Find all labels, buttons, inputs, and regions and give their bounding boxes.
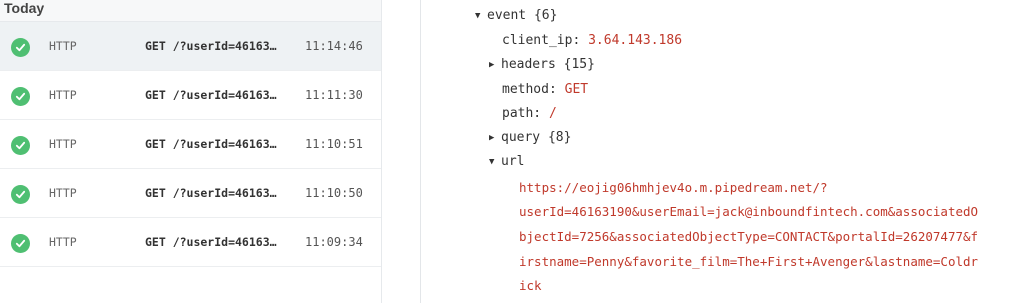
url-value-line: irstname=Penny&favorite_film=The+First+A… <box>519 254 979 269</box>
tree-count: {6} <box>533 8 558 23</box>
event-source: HTTP <box>49 235 77 249</box>
url-value-line: bjectId=7256&associatedObjectType=CONTAC… <box>519 229 979 244</box>
triangle-down-icon[interactable]: ▼ <box>475 6 487 26</box>
tree-node-event[interactable]: ▼ event {6} <box>475 6 557 26</box>
event-row[interactable]: HTTP GET /?userId=46163… 11:10:51 <box>0 120 381 169</box>
section-header-today: Today <box>0 0 381 22</box>
tree-node-headers[interactable]: ▶ headers {15} <box>489 55 595 75</box>
event-time: 11:10:51 <box>305 137 363 151</box>
event-request: GET /?userId=46163… <box>145 39 277 53</box>
tree-value: / <box>548 106 557 121</box>
event-source: HTTP <box>49 39 77 53</box>
tree-key: method: <box>502 82 557 97</box>
event-request: GET /?userId=46163… <box>145 235 277 249</box>
tree-key: event <box>487 8 527 23</box>
tree-count: {8} <box>547 130 572 145</box>
triangle-right-icon[interactable]: ▶ <box>489 128 501 148</box>
tree-node-client-ip: client_ip: 3.64.143.186 <box>502 31 682 51</box>
event-request: GET /?userId=46163… <box>145 88 277 102</box>
check-circle-icon <box>11 234 30 253</box>
tree-value: GET <box>564 82 589 97</box>
event-request: GET /?userId=46163… <box>145 137 277 151</box>
event-time: 11:14:46 <box>305 39 363 53</box>
url-value-line: userId=46163190&userEmail=jack@inboundfi… <box>519 204 979 219</box>
check-circle-icon <box>11 185 30 204</box>
tree-key: path: <box>502 106 542 121</box>
event-row[interactable]: HTTP GET /?userId=46163… 11:11:30 <box>0 71 381 120</box>
event-source: HTTP <box>49 88 77 102</box>
tree-key: headers <box>501 57 556 72</box>
tree-node-path: path: / <box>502 104 557 124</box>
event-list-panel: Today HTTP GET /?userId=46163… 11:14:46 … <box>0 0 382 303</box>
tree-key: client_ip: <box>502 33 581 48</box>
url-value-line: ick <box>519 278 542 293</box>
tree-value: 3.64.143.186 <box>588 33 683 48</box>
check-circle-icon <box>11 136 30 155</box>
tree-node-url[interactable]: ▼ url <box>489 152 524 172</box>
event-source: HTTP <box>49 186 77 200</box>
event-inspector-panel: ▼ event {6} client_ip: 3.64.143.186 ▶ head… <box>420 0 1010 303</box>
event-time: 11:09:34 <box>305 235 363 249</box>
event-time: 11:10:50 <box>305 186 363 200</box>
event-time: 11:11:30 <box>305 88 363 102</box>
triangle-right-icon[interactable]: ▶ <box>489 55 501 75</box>
tree-node-method: method: GET <box>502 80 588 100</box>
url-value-line: https://eojig06hmhjev4o.m.pipedream.net/… <box>519 180 828 195</box>
tree-key: url <box>501 154 525 169</box>
tree-count: {15} <box>563 57 595 72</box>
triangle-down-icon[interactable]: ▼ <box>489 152 501 172</box>
check-circle-icon <box>11 87 30 106</box>
event-request: GET /?userId=46163… <box>145 186 277 200</box>
event-row[interactable]: HTTP GET /?userId=46163… 11:14:46 <box>0 22 381 71</box>
tree-node-query[interactable]: ▶ query {8} <box>489 128 571 148</box>
event-source: HTTP <box>49 137 77 151</box>
tree-key: query <box>501 130 541 145</box>
event-row[interactable]: HTTP GET /?userId=46163… 11:10:50 <box>0 169 381 218</box>
check-circle-icon <box>11 38 30 57</box>
event-row[interactable]: HTTP GET /?userId=46163… 11:09:34 <box>0 218 381 267</box>
